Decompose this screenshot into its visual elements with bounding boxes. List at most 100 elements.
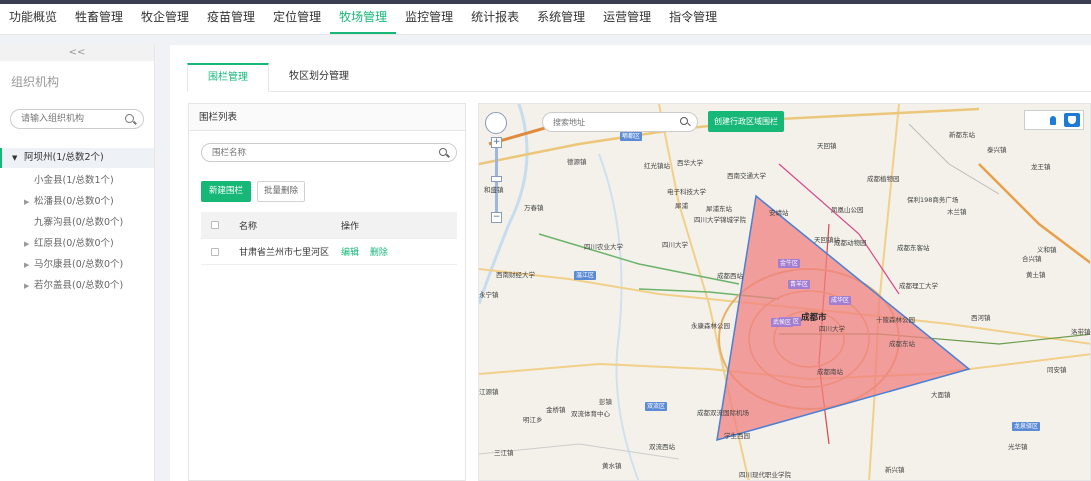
map-place-label: 成都东站 bbox=[889, 340, 915, 348]
map-place-label: 保利198商务广场 bbox=[907, 196, 959, 204]
map-place-label: 温江区 bbox=[574, 271, 597, 280]
org-title: 组织机构 bbox=[11, 75, 60, 89]
map-place-label: 四川现代职业学院 bbox=[739, 471, 791, 479]
nav-item[interactable]: 指令管理 bbox=[660, 3, 726, 34]
tree-node[interactable]: ▶ 松潘县(0/总数0个) bbox=[0, 193, 154, 211]
nav-item[interactable]: 系统管理 bbox=[528, 3, 594, 34]
map-place-label: 双流体育中心 bbox=[571, 410, 610, 418]
map-place-label: 成都西站 bbox=[717, 272, 743, 280]
tree-node[interactable]: 九寨沟县(0/总数0个) bbox=[0, 214, 154, 232]
row-checkbox[interactable] bbox=[211, 247, 219, 256]
delete-link[interactable]: 删除 bbox=[370, 248, 388, 258]
fence-table: 名称 操作 甘肃省兰州市七里河区 编辑 删除 bbox=[201, 212, 457, 265]
nav-item[interactable]: 疫苗管理 bbox=[198, 3, 264, 34]
map-place-label: 双流西站 bbox=[649, 443, 675, 451]
nav-item[interactable]: 牧场管理 bbox=[330, 3, 397, 34]
map-place-label: 成都东客站 bbox=[897, 244, 930, 252]
tree-node[interactable]: ▼ 阿坝州(1/总数2个) bbox=[0, 148, 154, 168]
map-place-label: 安靖站 bbox=[769, 209, 789, 217]
map-place-label: 西南交通大学 bbox=[727, 172, 766, 180]
map-place-label: 光华镇 bbox=[1008, 443, 1028, 451]
map-search-input[interactable] bbox=[543, 113, 697, 131]
hand-tool-icon[interactable] bbox=[1045, 113, 1061, 127]
tree-node-label: 马尔康县(0/总数0个) bbox=[34, 259, 124, 270]
tree-node[interactable]: ▶ 马尔康县(0/总数0个) bbox=[0, 256, 154, 274]
nav-item[interactable]: 监控管理 bbox=[396, 3, 462, 34]
pan-control-icon[interactable] bbox=[485, 112, 507, 134]
tree-node[interactable]: ▶ 若尔盖县(0/总数0个) bbox=[0, 277, 154, 295]
search-icon[interactable] bbox=[439, 148, 447, 156]
map-place-label: 双流区 bbox=[645, 402, 668, 411]
chevron-right-icon[interactable]: ▶ bbox=[24, 193, 29, 211]
map-place-label: 新兴镇 bbox=[885, 466, 905, 474]
chevron-right-icon[interactable]: ▶ bbox=[24, 277, 29, 295]
map-place-label: 成华区 bbox=[829, 296, 852, 305]
map-place-label: 永康森林公园 bbox=[691, 322, 730, 330]
map-place-label: 新都东站 bbox=[949, 131, 975, 139]
map-place-label: 四川农业大学 bbox=[584, 243, 623, 251]
tree-node[interactable]: ▶ 红原县(0/总数0个) bbox=[0, 235, 154, 253]
fence-name: 甘肃省兰州市七里河区 bbox=[239, 248, 330, 258]
nav-item[interactable]: 统计报表 bbox=[462, 3, 528, 34]
map-place-label: 凤凰山公园 bbox=[831, 206, 864, 214]
table-header: 名称 操作 bbox=[201, 212, 457, 239]
nav-item[interactable]: 运营管理 bbox=[594, 3, 660, 34]
map-place-label: 大面镇 bbox=[931, 391, 951, 399]
top-nav: 功能概览 牲畜管理 牧企管理 疫苗管理 定位管理 牧场管理 监控管理 统计报表 系统管理 运营管理… bbox=[0, 4, 1091, 35]
tree-node-label: 松潘县(0/总数0个) bbox=[34, 196, 114, 207]
map-place-label: 西华大学 bbox=[677, 159, 703, 167]
table-row: 甘肃省兰州市七里河区 编辑 删除 bbox=[201, 239, 457, 265]
map-place-label: 犀浦东站 bbox=[706, 205, 732, 213]
zoom-in-icon[interactable]: + bbox=[491, 137, 502, 148]
map-place-label: 永宁镇 bbox=[479, 291, 499, 299]
batch-delete-button[interactable]: 批量删除 bbox=[257, 181, 306, 202]
search-icon[interactable] bbox=[125, 114, 134, 123]
map-place-label: 犀浦 bbox=[675, 202, 688, 210]
map-place-label: 木兰镇 bbox=[947, 208, 967, 216]
tree-node-label: 小金县(1/总数1个) bbox=[34, 175, 114, 186]
column-name-header: 名称 bbox=[239, 221, 258, 232]
map-place-label: 红光镇站 bbox=[644, 162, 670, 170]
tab-fence-management[interactable]: 围栏管理 bbox=[187, 63, 269, 92]
map-place-label: 武侯区 bbox=[771, 318, 794, 327]
org-tree: ▼ 阿坝州(1/总数2个) 小金县(1/总数1个) ▶ 松潘县(0/总数0个) 九寨沟县(… bbox=[0, 148, 154, 295]
map-place-label: 成都理工大学 bbox=[899, 282, 938, 290]
tree-node[interactable]: 小金县(1/总数1个) bbox=[0, 172, 154, 190]
nav-item[interactable]: 牧企管理 bbox=[132, 3, 198, 34]
create-admin-fence-button[interactable]: 创建行政区域围栏 bbox=[708, 111, 784, 132]
select-all-checkbox[interactable] bbox=[211, 221, 219, 229]
map-place-label: 义和镇 bbox=[1037, 246, 1057, 254]
map-place-label: 天回镇 bbox=[817, 142, 837, 150]
map-place-label: 成都市 bbox=[801, 313, 827, 323]
map-place-label: 泰兴镇 bbox=[987, 146, 1007, 154]
fence-search-input[interactable] bbox=[202, 144, 456, 162]
chevron-down-icon[interactable]: ▼ bbox=[12, 148, 17, 168]
main-panel: 围栏管理 牧区划分管理 围栏列表 新建围栏 批量删除 名称 操作 甘肃省兰州市七… bbox=[170, 45, 1091, 481]
search-icon[interactable] bbox=[680, 117, 688, 125]
map-place-label: 龙泉驿区 bbox=[1012, 422, 1041, 431]
map-place-label: 合兴镇 bbox=[1022, 255, 1042, 263]
sidebar-collapse-button[interactable]: << bbox=[0, 45, 154, 61]
fence-list-panel: 围栏列表 新建围栏 批量删除 名称 操作 甘肃省兰州市七里河区 编辑 删除 bbox=[188, 103, 466, 481]
map-place-label: 四川大学 bbox=[662, 241, 688, 249]
zoom-out-icon[interactable]: − bbox=[491, 212, 502, 223]
map-place-label: 江源镇 bbox=[479, 388, 499, 396]
zoom-slider-knob[interactable] bbox=[491, 176, 502, 182]
nav-item[interactable]: 牲畜管理 bbox=[66, 3, 132, 34]
chevron-right-icon[interactable]: ▶ bbox=[24, 256, 29, 274]
nav-item[interactable]: 定位管理 bbox=[264, 3, 330, 34]
edit-link[interactable]: 编辑 bbox=[341, 248, 359, 258]
fence-search-box[interactable] bbox=[201, 143, 457, 162]
shield-tool-icon[interactable] bbox=[1064, 113, 1080, 127]
map-place-label: 洛带镇 bbox=[1071, 328, 1091, 336]
map-place-label: 成都动物园 bbox=[834, 239, 867, 247]
map-view[interactable]: + − 创建行政区域围栏 郫都区德源镇红光镇站西华大学犀浦 西南交通大学 天回镇成都… bbox=[478, 103, 1091, 481]
chevron-right-icon[interactable]: ▶ bbox=[24, 235, 29, 253]
org-search-box[interactable] bbox=[10, 109, 144, 129]
org-search-input[interactable] bbox=[11, 110, 143, 128]
nav-item[interactable]: 功能概览 bbox=[0, 3, 66, 34]
map-place-label: 同安镇 bbox=[1047, 366, 1067, 374]
new-fence-button[interactable]: 新建围栏 bbox=[201, 181, 252, 202]
tab-pasture-division[interactable]: 牧区划分管理 bbox=[269, 63, 369, 91]
map-search-box[interactable] bbox=[542, 112, 698, 132]
